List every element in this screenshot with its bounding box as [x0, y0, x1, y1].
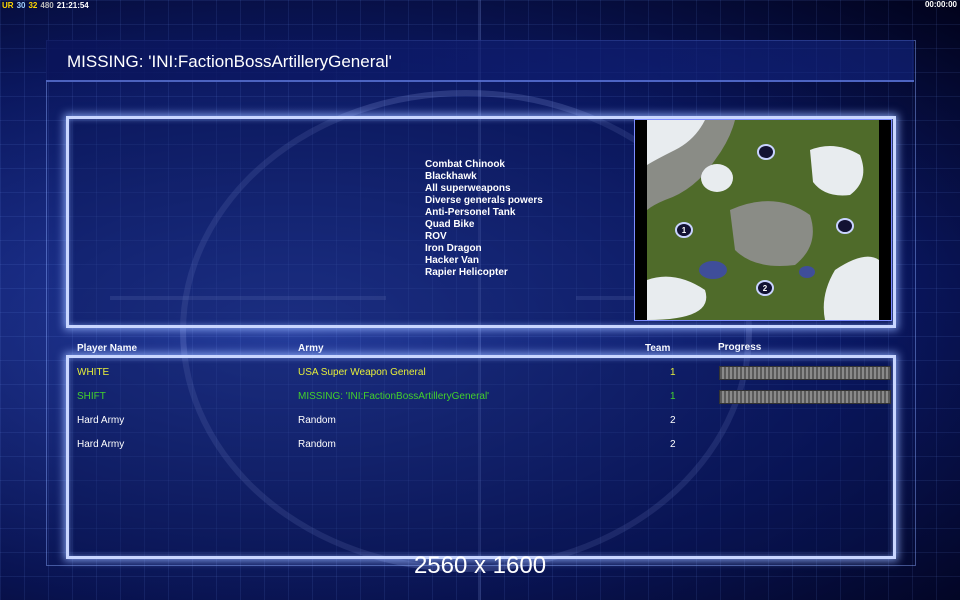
minimap-water [699, 261, 727, 279]
table-row: WHITE USA Super Weapon General 1 [0, 366, 960, 381]
player-team: 2 [670, 439, 676, 450]
column-header-player: Player Name [77, 343, 138, 354]
page-title: MISSING: 'INI:FactionBossArtilleryGenera… [67, 52, 392, 71]
player-army: Random [298, 415, 336, 426]
hud-stat-0: UR [2, 0, 14, 10]
hud-game-timer: 00:00:00 [924, 0, 957, 9]
unit-list-item: All superweapons [425, 183, 511, 194]
player-team: 2 [670, 415, 676, 426]
hud-clock: 21:21:54 [56, 0, 89, 10]
unit-list-item: Diverse generals powers [425, 195, 543, 206]
minimap-image: 1 2 [647, 120, 879, 320]
hud-stat-3: 480 [40, 0, 54, 10]
minimap-start-label: 1 [682, 226, 687, 235]
players-panel [66, 355, 896, 559]
table-row: SHIFT MISSING: 'INI:FactionBossArtillery… [0, 390, 960, 405]
column-header-army: Army [298, 343, 324, 354]
player-name: WHITE [77, 367, 110, 378]
hud-stat-1: 30 [16, 0, 26, 10]
unit-list-item: Blackhawk [425, 171, 477, 182]
unit-list-item: Rapier Helicopter [425, 267, 508, 278]
unit-list-item: Anti-Personel Tank [425, 207, 516, 218]
minimap-water [799, 266, 815, 278]
table-row: Hard Army Random 2 [0, 439, 960, 453]
player-team: 1 [670, 391, 676, 402]
unit-list-item: ROV [425, 231, 447, 242]
minimap: 1 2 [634, 119, 892, 321]
minimap-start-position [757, 144, 775, 160]
table-row: Hard Army Random 2 [0, 415, 960, 429]
hud-stat-2: 32 [28, 0, 38, 10]
unit-list-item: Hacker Van [425, 255, 479, 266]
player-army: USA Super Weapon General [298, 367, 426, 378]
player-army: MISSING: 'INI:FactionBossArtilleryGenera… [298, 391, 490, 402]
unit-list-item: Iron Dragon [425, 243, 482, 254]
column-header-team: Team [645, 343, 671, 354]
general-unit-list: Combat Chinook Blackhawk All superweapon… [425, 159, 543, 279]
player-progress-bar [719, 366, 891, 380]
column-header-progress: Progress [718, 342, 762, 353]
minimap-snow-area [701, 164, 733, 192]
unit-list-item: Quad Bike [425, 219, 475, 230]
player-progress-bar [719, 390, 891, 404]
player-name: Hard Army [77, 415, 125, 426]
resolution-label: 2560 x 1600 [413, 552, 547, 579]
player-name: SHIFT [77, 391, 106, 402]
unit-list-item: Combat Chinook [425, 159, 505, 170]
player-army: Random [298, 439, 336, 450]
hud-stats: UR 30 32 480 21:21:54 [2, 0, 89, 10]
minimap-start-position [836, 218, 854, 234]
minimap-start-label: 2 [763, 284, 768, 293]
player-team: 1 [670, 367, 676, 378]
player-name: Hard Army [77, 439, 125, 450]
